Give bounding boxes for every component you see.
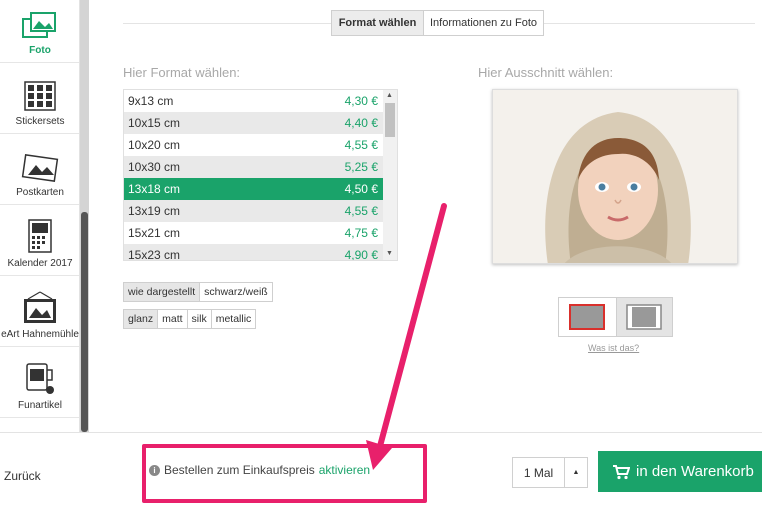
color-option-bw[interactable]: schwarz/weiß xyxy=(200,283,272,301)
what-is-this-link[interactable]: Was ist das? xyxy=(588,343,639,353)
format-price: 4,30 € xyxy=(344,94,378,108)
format-size: 10x20 cm xyxy=(128,138,181,152)
format-section-title: Hier Format wählen: xyxy=(123,65,241,80)
sidebar-item-label: Funartikel xyxy=(18,400,62,411)
format-row[interactable]: 9x13 cm 4,30 € xyxy=(124,90,384,112)
sidebar-item-stickersets[interactable]: Stickersets xyxy=(0,63,79,134)
sidebar-item-label: Kalender 2017 xyxy=(7,258,73,269)
photo-preview[interactable] xyxy=(492,89,738,264)
color-mode-group: wie dargestellt schwarz/weiß xyxy=(123,282,273,302)
format-size: 9x13 cm xyxy=(128,94,174,108)
product-sidebar: Foto Stickersets Postkarten Kalender 201… xyxy=(0,0,80,432)
format-price: 4,55 € xyxy=(344,204,378,218)
scroll-up-icon[interactable]: ▲ xyxy=(386,92,393,99)
annotation-highlight-box xyxy=(142,444,427,503)
format-row-selected[interactable]: 13x18 cm 4,50 € xyxy=(124,178,384,200)
postcard-icon xyxy=(21,154,59,182)
photo-image xyxy=(493,90,737,263)
format-list: 9x13 cm 4,30 € 10x15 cm 4,40 € 10x20 cm … xyxy=(123,89,398,261)
format-row[interactable]: 13x19 cm 4,55 € xyxy=(124,200,384,222)
sidebar-item-foto[interactable]: Foto xyxy=(0,0,79,63)
format-price: 4,50 € xyxy=(344,182,378,196)
format-list-scroll-thumb[interactable] xyxy=(385,103,395,137)
calendar-icon xyxy=(28,219,52,253)
app-window: Foto Stickersets Postkarten Kalender 201… xyxy=(0,0,762,508)
format-price: 4,40 € xyxy=(344,116,378,130)
format-row[interactable]: 15x23 cm 4,90 € xyxy=(124,244,384,261)
format-price: 4,90 € xyxy=(344,248,378,261)
sidebar-item-label: eArt Hahnemühle xyxy=(1,329,79,340)
sidebar-item-eart[interactable]: eArt Hahnemühle xyxy=(0,276,79,347)
format-size: 10x15 cm xyxy=(128,116,181,130)
stickers-icon xyxy=(24,81,56,111)
tab-photo-info[interactable]: Informationen zu Foto xyxy=(423,10,544,36)
format-price: 4,75 € xyxy=(344,226,378,240)
format-row[interactable]: 15x21 cm 4,75 € xyxy=(124,222,384,244)
format-size: 15x23 cm xyxy=(128,248,181,261)
mug-icon xyxy=(26,363,54,394)
format-row[interactable]: 10x20 cm 4,55 € xyxy=(124,134,384,156)
sidebar-item-funartikel[interactable]: Funartikel xyxy=(0,347,79,418)
finish-option-silk[interactable]: silk xyxy=(187,310,212,328)
format-row[interactable]: 10x30 cm 5,25 € xyxy=(124,156,384,178)
format-size: 15x21 cm xyxy=(128,226,181,240)
finish-group: glanz matt silk metallic xyxy=(123,309,257,329)
sidebar-scroll-thumb[interactable] xyxy=(81,212,88,432)
photo-icon xyxy=(22,12,56,38)
format-size: 13x18 cm xyxy=(128,182,181,196)
art-print-icon xyxy=(24,291,56,323)
format-row[interactable]: 10x15 cm 4,40 € xyxy=(124,112,384,134)
sidebar-item-kalender[interactable]: Kalender 2017 xyxy=(0,205,79,276)
cart-icon xyxy=(613,464,630,479)
finish-option-glanz[interactable]: glanz xyxy=(124,310,159,328)
format-size: 10x30 cm xyxy=(128,160,181,174)
crop-mode-fill[interactable] xyxy=(559,298,616,336)
crop-fill-icon xyxy=(569,304,606,330)
finish-option-matt[interactable]: matt xyxy=(158,310,188,328)
crop-fit-icon xyxy=(626,304,662,330)
add-to-cart-label: in den Warenkorb xyxy=(636,463,754,480)
color-option-as-shown[interactable]: wie dargestellt xyxy=(124,283,201,301)
sidebar-item-label: Foto xyxy=(29,45,51,56)
format-price: 4,55 € xyxy=(344,138,378,152)
back-link[interactable]: Zurück xyxy=(4,469,41,483)
crop-mode-fit[interactable] xyxy=(615,298,672,336)
sidebar-item-postkarten[interactable]: Postkarten xyxy=(0,134,79,205)
finish-option-metallic[interactable]: metallic xyxy=(211,310,256,328)
scroll-down-icon[interactable]: ▼ xyxy=(386,250,393,257)
format-size: 13x19 cm xyxy=(128,204,181,218)
crop-mode-group xyxy=(558,297,673,337)
crop-section-title: Hier Ausschnitt wählen: xyxy=(478,65,614,80)
quantity-up-icon[interactable]: ▲ xyxy=(565,458,587,487)
quantity-selector[interactable]: 1 Mal ▲ xyxy=(512,457,588,488)
format-list-scrollbar[interactable]: ▲ ▼ xyxy=(383,90,397,260)
tab-format[interactable]: Format wählen xyxy=(331,10,424,36)
quantity-value: 1 Mal xyxy=(513,458,565,487)
add-to-cart-button[interactable]: in den Warenkorb xyxy=(598,451,762,492)
format-price: 5,25 € xyxy=(344,160,378,174)
sidebar-item-label: Postkarten xyxy=(16,187,64,198)
sidebar-item-label: Stickersets xyxy=(15,116,65,127)
